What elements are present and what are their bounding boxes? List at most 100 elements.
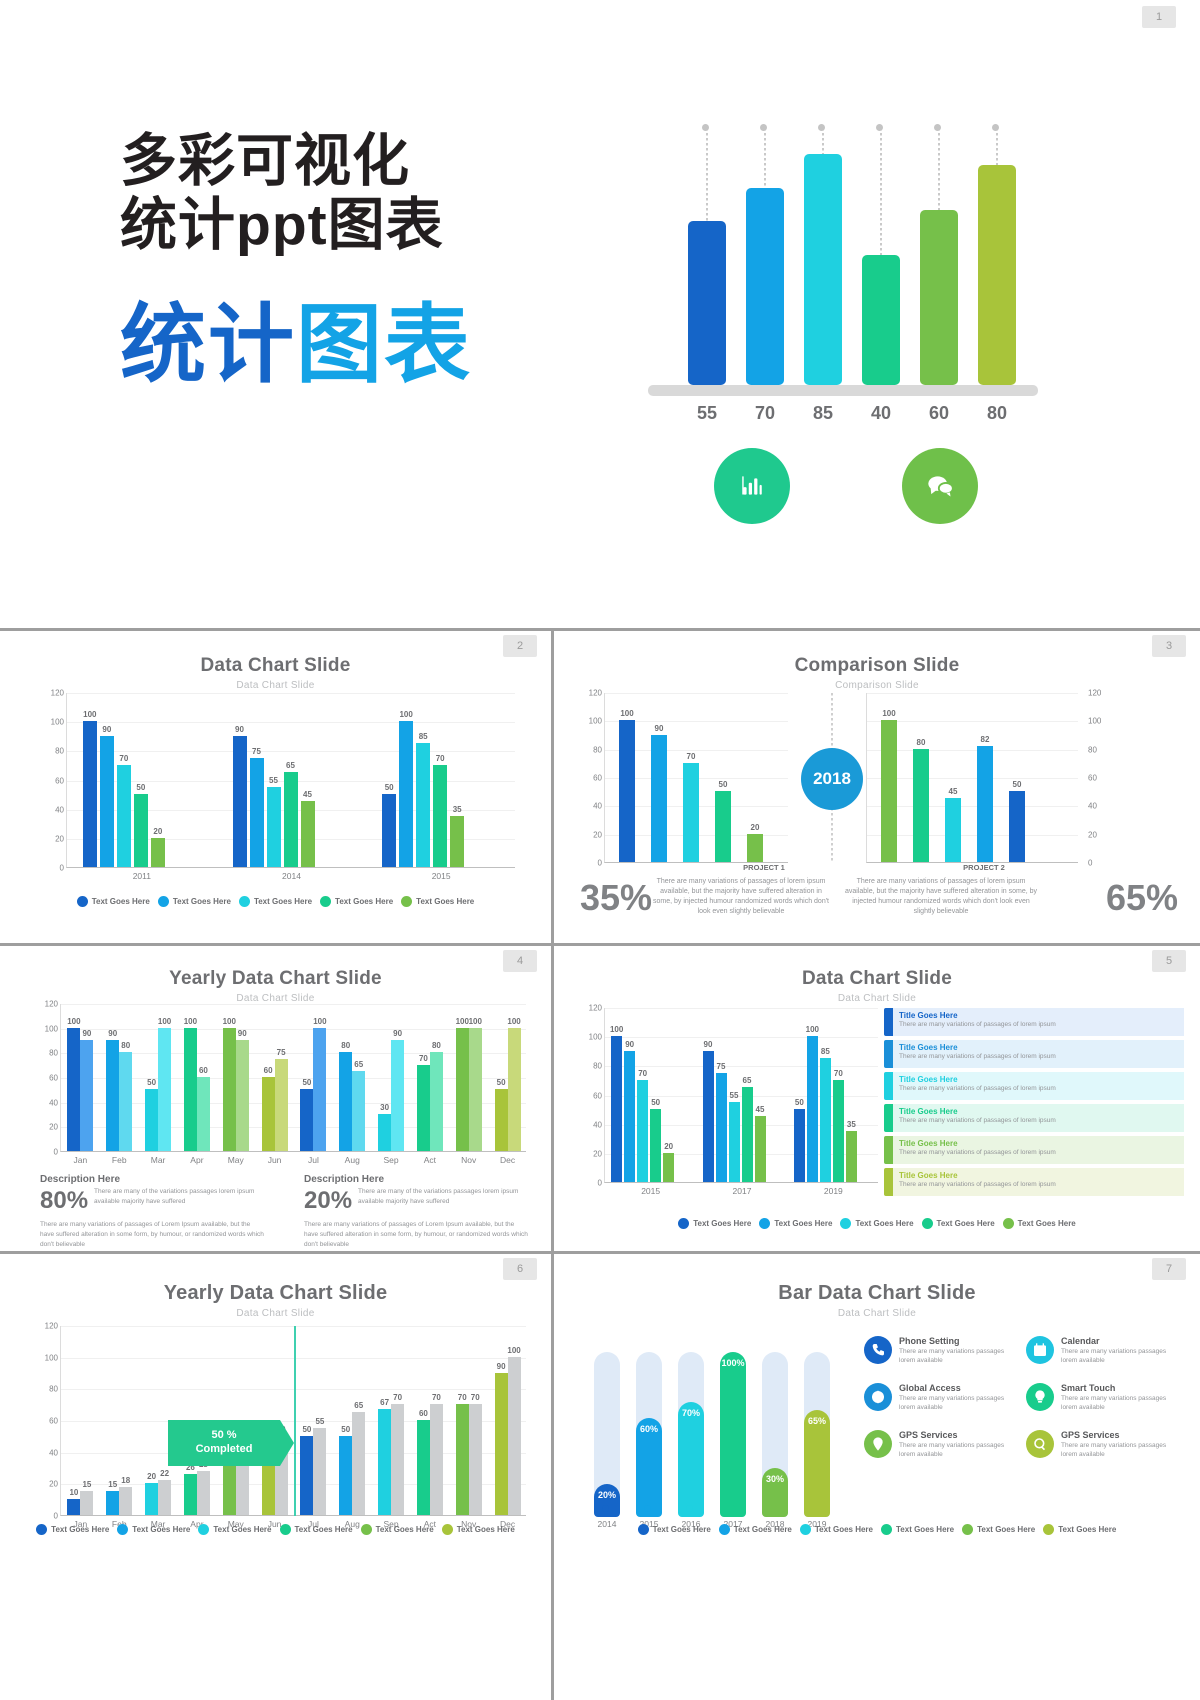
- bar: [352, 1070, 366, 1151]
- bar-value-label: 20: [750, 822, 760, 832]
- bar: [507, 1027, 521, 1151]
- slide-3-comparison[interactable]: 3 Comparison Slide Comparison Slide 0 20 4…: [554, 631, 1200, 943]
- list-item-title: Title Goes Here: [899, 1139, 958, 1148]
- bar: [455, 1404, 469, 1515]
- bar-value-label: 90: [703, 1039, 713, 1049]
- gridline: [867, 749, 1078, 751]
- legend-swatch: [718, 1524, 730, 1535]
- bar: [455, 1027, 469, 1151]
- y-tick-label: 120: [1088, 688, 1102, 698]
- legend-item[interactable]: Text Goes Here: [360, 1524, 434, 1535]
- capsule-value-label: 20%: [597, 1490, 616, 1500]
- list-item[interactable]: Title Goes Here There are many variations…: [884, 1168, 1184, 1196]
- feature-title: Smart Touch: [1061, 1383, 1116, 1394]
- legend-item[interactable]: Text Goes Here: [637, 1524, 711, 1535]
- legend-item[interactable]: Text Goes Here: [1043, 1524, 1116, 1535]
- list-item[interactable]: Title Goes Here There are many variations…: [884, 1104, 1184, 1132]
- capsule-value-label: 100%: [721, 1358, 745, 1368]
- globe-icon: [864, 1383, 892, 1412]
- x-tick-label: Sep: [383, 1155, 399, 1165]
- chart-legend: Text Goes Here Text Goes Here Text Goes He…: [0, 1524, 551, 1535]
- hero-dot: [992, 124, 999, 131]
- bar: [235, 1040, 249, 1151]
- feature-item[interactable]: Smart Touch There are many variations pas…: [1026, 1383, 1174, 1412]
- progress-marker-line: [294, 1326, 296, 1516]
- feature-item[interactable]: Calendar There are many variations passag…: [1026, 1336, 1174, 1365]
- legend-item[interactable]: Text Goes Here: [678, 1218, 751, 1229]
- bar: [845, 1130, 857, 1182]
- legend-item[interactable]: Text Goes Here: [962, 1524, 1035, 1535]
- legend-item[interactable]: Text Goes Here: [799, 1524, 873, 1535]
- page-title: Yearly Data Chart Slide: [163, 1282, 388, 1304]
- bar-chart-icon[interactable]: [714, 448, 790, 524]
- chat-bubbles-icon[interactable]: [902, 448, 978, 524]
- legend-item[interactable]: Text Goes Here: [279, 1524, 353, 1535]
- y-tick-label: 0: [53, 1511, 58, 1521]
- feature-item[interactable]: Global Access There are many variations p…: [864, 1383, 1012, 1412]
- feature-text: GPS Services There are many variations pa…: [899, 1430, 1012, 1459]
- legend-item[interactable]: Text Goes Here: [117, 1524, 190, 1535]
- hero-bars: [678, 120, 1028, 385]
- legend-item[interactable]: Text Goes Here: [840, 1218, 914, 1229]
- legend-item[interactable]: Text Goes Here: [198, 1524, 272, 1535]
- bar: [82, 721, 97, 867]
- hero-dot: [702, 124, 709, 131]
- legend-item[interactable]: Text Goes Here: [36, 1524, 109, 1535]
- bar: [119, 1052, 133, 1151]
- list-item[interactable]: Title Goes Here There are many variations…: [884, 1136, 1184, 1164]
- feature-item[interactable]: Phone Setting There are many variations p…: [864, 1336, 1012, 1365]
- legend-label: Text Goes Here: [814, 1525, 873, 1534]
- list-item[interactable]: Title Goes Here There are many variations…: [884, 1008, 1184, 1036]
- feature-item[interactable]: GPS Services There are many variations pa…: [1026, 1430, 1174, 1459]
- slide-2-data-chart[interactable]: 2 Data Chart Slide Data Chart Slide 0 20 4…: [0, 631, 551, 943]
- slide-6-yearly-data-chart[interactable]: 6 Yearly Data Chart Slide Data Chart Sli…: [0, 1254, 551, 1700]
- legend-item[interactable]: Text Goes Here: [718, 1524, 792, 1535]
- legend-swatch: [441, 1524, 453, 1535]
- page-subtitle: Data Chart Slide: [837, 993, 917, 1004]
- legend-item[interactable]: Text Goes Here: [238, 896, 312, 907]
- capsule-bar-chart: 20% 2014 60% 2015 70% 2016 100% 2017 30% 2018 65% 2…: [594, 1332, 849, 1529]
- legend-swatch: [840, 1218, 852, 1229]
- capsule-value-label: 60%: [639, 1424, 658, 1434]
- slide-4-yearly-data-chart[interactable]: 4 Yearly Data Chart Slide Data Chart Sli…: [0, 946, 551, 1251]
- legend-item[interactable]: Text Goes Here: [759, 1218, 832, 1229]
- legend-label: Text Goes Here: [51, 1525, 110, 1534]
- gridline: [605, 1037, 878, 1039]
- feature-item[interactable]: GPS Services There are many variations pa…: [864, 1430, 1012, 1459]
- feature-text: Smart Touch There are many variations pas…: [1061, 1383, 1174, 1412]
- list-item-body: Title Goes Here There are many variations…: [893, 1136, 1184, 1164]
- bar: [651, 734, 667, 862]
- y-tick-label: 60: [55, 776, 64, 785]
- legend-item[interactable]: Text Goes Here: [320, 896, 393, 907]
- bar-value-label: 45: [755, 1105, 765, 1115]
- slide-7-bar-data-chart[interactable]: 7 Bar Data Chart Slide Data Chart Slide …: [554, 1254, 1200, 1700]
- legend-item[interactable]: Text Goes Here: [401, 896, 474, 907]
- y-tick-label: 80: [49, 1048, 58, 1058]
- bar-value-label: 82: [980, 734, 990, 744]
- legend-item[interactable]: Text Goes Here: [76, 896, 150, 907]
- list-item[interactable]: Title Goes Here There are many variations…: [884, 1072, 1184, 1100]
- bar-value-label: 75: [716, 1061, 726, 1071]
- x-tick-label: 2019: [823, 1186, 843, 1196]
- list-item[interactable]: Title Goes Here There are many variations…: [884, 1040, 1184, 1068]
- legend-item[interactable]: Text Goes Here: [881, 1524, 954, 1535]
- legend-item[interactable]: Text Goes Here: [921, 1218, 995, 1229]
- bar-value-label: 85: [820, 1047, 830, 1057]
- bar: [611, 1036, 623, 1182]
- x-tick-label: Jan: [73, 1155, 88, 1165]
- legend-item[interactable]: Text Goes Here: [157, 896, 231, 907]
- slide-5-data-chart-list[interactable]: 5 Data Chart Slide Data Chart Slide 0 20 4…: [554, 946, 1200, 1251]
- legend-label: Text Goes Here: [896, 1525, 955, 1534]
- x-tick-label: 2017: [732, 1186, 752, 1196]
- bar-value-label: 60: [198, 1066, 208, 1075]
- bar-value-label: 100: [399, 710, 413, 720]
- legend-item[interactable]: Text Goes Here: [1002, 1218, 1076, 1229]
- bar-value-label: 50: [136, 783, 146, 793]
- plot-area: 100 90 Jan 90 80 Feb 50 100 Mar 100 60 Apr 100 90 May 6…: [60, 1004, 526, 1165]
- bar: [945, 798, 961, 862]
- list-item-body: Title Goes Here There are many variations…: [893, 1040, 1184, 1068]
- legend-item[interactable]: Text Goes Here: [441, 1524, 515, 1535]
- slide-cover[interactable]: 1 多彩可视化 统计ppt图表 统计图表 55 70 85 40 60 80: [0, 0, 1200, 628]
- x-tick-label: May: [227, 1155, 244, 1165]
- presentation-preview-page: 1 多彩可视化 统计ppt图表 统计图表 55 70 85 40 60 80 2…: [0, 0, 1200, 1700]
